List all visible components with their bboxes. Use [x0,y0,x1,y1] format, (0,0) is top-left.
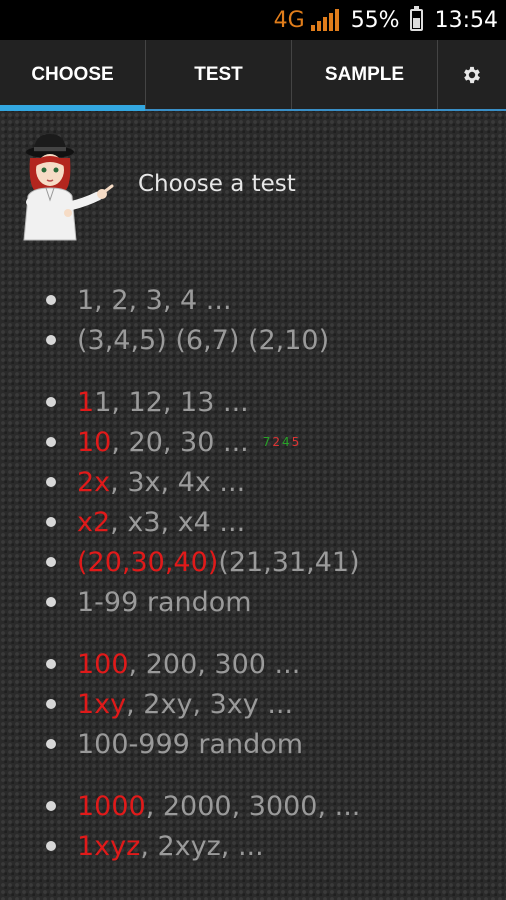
item-text: , 2xy, 3xy ... [126,688,294,720]
bullet-icon [46,801,56,811]
bullet-icon [46,397,56,407]
signal-icon [310,9,339,31]
girl-character-avatar [23,134,114,241]
item-highlight: 10 [77,426,112,458]
item-text: (21,31,41) [218,546,360,578]
list-item[interactable]: 1000, 2000, 3000, ... [0,786,506,826]
item-highlight: 2x [77,466,111,498]
network-type: 4G [273,7,305,33]
item-text: , 20, 30 ... [111,426,249,458]
tab-test[interactable]: TEST [146,40,292,109]
item-text: 1, 2, 3, 4 ... [77,284,232,316]
item-text: 1, 12, 13 ... [94,386,249,418]
tab-bar: CHOOSE TEST SAMPLE [0,40,506,111]
list-item[interactable]: 1, 2, 3, 4 ... [0,280,506,320]
item-text: , 3x, 4x ... [110,466,246,498]
list-item[interactable]: 100-999 random [0,724,506,764]
bullet-icon [46,477,56,487]
list-item[interactable]: 1 1, 12, 13 ... [0,382,506,422]
tab-choose[interactable]: CHOOSE [0,40,146,111]
gear-icon [464,66,480,83]
clock: 13:54 [434,7,498,33]
test-group: 1000, 2000, 3000, ... 1xyz, 2xyz, ... [0,786,506,866]
item-highlight: 1xyz [77,830,141,862]
bullet-icon [46,437,56,447]
list-item[interactable]: x2, x3, x4 ... [0,502,506,542]
item-highlight: 1 [77,386,95,418]
bullet-icon [46,335,56,345]
bullet-icon [46,841,56,851]
list-item[interactable]: 1-99 random [0,582,506,622]
mini-sample-digits: 7245 [262,435,302,449]
list-item[interactable]: 2x, 3x, 4x ... [0,462,506,502]
bullet-icon [46,517,56,527]
bullet-icon [46,739,56,749]
list-item[interactable]: 10, 20, 30 ... 7245 [0,422,506,462]
item-highlight: 1000 [77,790,146,822]
list-item[interactable]: 1xy, 2xy, 3xy ... [0,684,506,724]
tab-label: CHOOSE [31,63,114,85]
item-text: , 200, 300 ... [128,648,301,680]
item-text: , x3, x4 ... [110,506,246,538]
bullet-icon [46,699,56,709]
page-title: Choose a test [138,171,296,197]
item-highlight: (20,30,40) [77,546,219,578]
list-item[interactable]: (20,30,40) (21,31,41) [0,542,506,582]
item-text: 100-999 random [77,728,304,760]
test-group: 1 1, 12, 13 ... 10, 20, 30 ... 7245 2x, 3… [0,382,506,622]
test-group: 100, 200, 300 ... 1xy, 2xy, 3xy ... 100-… [0,644,506,764]
tab-label: SAMPLE [324,63,405,85]
item-text: 1-99 random [77,586,252,618]
battery-icon [409,6,423,31]
bullet-icon [46,557,56,567]
item-text: (3,4,5) (6,7) (2,10) [77,324,330,356]
battery-percentage: 55% [350,7,400,33]
test-list: 1, 2, 3, 4 ... (3,4,5) (6,7) (2,10) 1 1, … [0,280,506,888]
list-item[interactable]: 100, 200, 300 ... [0,644,506,684]
list-item[interactable]: 1xyz, 2xyz, ... [0,826,506,866]
item-text: , 2xyz, ... [140,830,264,862]
bullet-icon [46,659,56,669]
page-header: Choose a test [0,126,506,246]
tab-sample[interactable]: SAMPLE [292,40,438,109]
item-highlight: 1xy [77,688,127,720]
settings-button[interactable] [438,40,506,109]
app-screen: 4G 55% 13:54 CHOOSE TEST SAMPLE Choose a… [0,0,506,900]
test-group: 1, 2, 3, 4 ... (3,4,5) (6,7) (2,10) [0,280,506,360]
bullet-icon [46,295,56,305]
item-highlight: 100 [77,648,129,680]
status-bar: 4G 55% 13:54 [0,0,506,40]
item-highlight: x2 [77,506,111,538]
item-text: , 2000, 3000, ... [145,790,361,822]
tab-label: TEST [194,63,243,85]
bullet-icon [46,597,56,607]
list-item[interactable]: (3,4,5) (6,7) (2,10) [0,320,506,360]
